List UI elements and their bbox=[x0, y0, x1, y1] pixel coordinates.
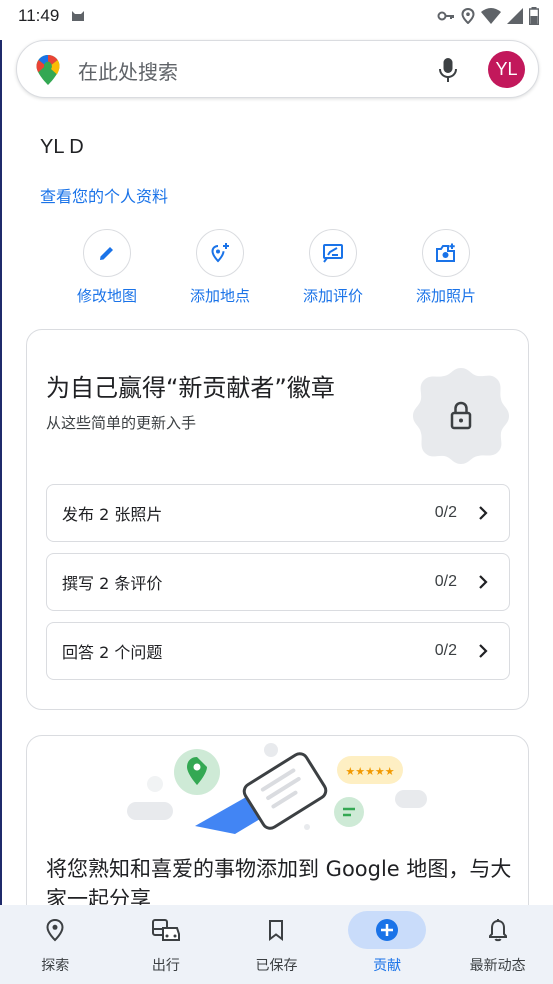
task-label: 发布 2 张照片 bbox=[62, 505, 163, 524]
nav-icon-container bbox=[16, 911, 94, 949]
google-maps-logo-icon bbox=[36, 55, 60, 85]
add-review-icon bbox=[323, 244, 343, 263]
nav-commute[interactable]: 出行 bbox=[111, 905, 222, 984]
nav-saved[interactable]: 已保存 bbox=[221, 905, 332, 984]
badge-title: 为自己赢得“新贡献者”徽章 bbox=[46, 374, 335, 402]
task-progress: 0/2 bbox=[434, 573, 457, 590]
bookmark-icon bbox=[269, 920, 284, 941]
nav-contribute[interactable]: 贡献 bbox=[332, 905, 443, 984]
badge-card: 为自己赢得“新贡献者”徽章 从这些简单的更新入手 发布 2 张照片 0/2 撰写… bbox=[26, 329, 529, 710]
add-photo-label: 添加照片 bbox=[415, 287, 476, 305]
nav-icon-container bbox=[237, 911, 315, 949]
window-edge bbox=[0, 40, 2, 984]
status-bar: 11:49 bbox=[0, 0, 553, 32]
add-place-label: 添加地点 bbox=[189, 287, 250, 305]
nav-icon-container bbox=[127, 911, 205, 949]
signal-icon bbox=[507, 8, 523, 24]
pencil-icon bbox=[100, 247, 113, 260]
task-post-photos[interactable]: 发布 2 张照片 0/2 bbox=[46, 484, 510, 542]
nav-label: 贡献 bbox=[373, 958, 402, 974]
nav-label: 已保存 bbox=[255, 958, 298, 974]
account-avatar[interactable]: YL bbox=[488, 51, 525, 88]
add-review-button[interactable] bbox=[309, 229, 357, 277]
status-time: 11:49 bbox=[18, 6, 60, 25]
task-progress: 0/2 bbox=[434, 642, 457, 659]
add-place-icon bbox=[211, 243, 229, 263]
task-answer-questions[interactable]: 回答 2 个问题 0/2 bbox=[46, 622, 510, 680]
nav-icon-container bbox=[348, 911, 427, 949]
vpn-key-icon bbox=[437, 11, 454, 21]
task-progress: 0/2 bbox=[434, 504, 457, 521]
task-label: 撰写 2 条评价 bbox=[62, 574, 163, 593]
chevron-right-icon bbox=[479, 644, 488, 658]
edit-map-action[interactable]: 修改地图 bbox=[57, 229, 157, 306]
locked-badge-icon bbox=[413, 368, 509, 464]
add-review-action[interactable]: 添加评价 bbox=[283, 229, 383, 306]
add-review-label: 添加评价 bbox=[302, 287, 363, 305]
task-write-reviews[interactable]: 撰写 2 条评价 0/2 bbox=[46, 553, 510, 611]
nav-icon-container bbox=[459, 911, 537, 949]
commute-icon bbox=[151, 919, 180, 941]
search-input[interactable]: 在此处搜索 bbox=[78, 56, 178, 85]
user-name: YL D bbox=[40, 136, 84, 158]
bottom-navigation: 探索 出行 已保存 贡献 最新动态 bbox=[0, 905, 553, 984]
view-profile-link[interactable]: 查看您的个人资料 bbox=[40, 183, 168, 207]
add-photo-action[interactable]: 添加照片 bbox=[396, 229, 496, 306]
add-photo-button[interactable] bbox=[422, 229, 470, 277]
badge-subtitle: 从这些简单的更新入手 bbox=[46, 414, 197, 432]
edit-map-label: 修改地图 bbox=[76, 287, 137, 305]
microphone-icon[interactable] bbox=[437, 57, 459, 83]
task-label: 回答 2 个问题 bbox=[62, 643, 163, 662]
add-circle-icon bbox=[376, 919, 399, 941]
cat-icon bbox=[72, 11, 85, 21]
bell-icon bbox=[488, 919, 507, 942]
add-place-action[interactable]: 添加地点 bbox=[170, 229, 270, 306]
add-place-button[interactable] bbox=[196, 229, 244, 277]
location-pin-icon bbox=[46, 918, 64, 942]
nav-updates[interactable]: 最新动态 bbox=[442, 905, 553, 984]
nav-explore[interactable]: 探索 bbox=[0, 905, 111, 984]
add-photo-icon bbox=[436, 243, 455, 262]
nav-label: 探索 bbox=[41, 958, 70, 974]
chevron-right-icon bbox=[479, 506, 488, 520]
edit-map-button[interactable] bbox=[83, 229, 131, 277]
location-status-icon bbox=[461, 8, 475, 24]
battery-icon bbox=[529, 7, 539, 25]
wifi-icon bbox=[481, 8, 501, 24]
svg-text:★★★★★: ★★★★★ bbox=[345, 765, 394, 778]
nav-label: 最新动态 bbox=[469, 958, 526, 974]
status-icons bbox=[437, 7, 539, 25]
chevron-right-icon bbox=[479, 575, 488, 589]
contribution-illustration: ★★★★★ bbox=[127, 743, 427, 834]
search-bar[interactable]: 在此处搜索 YL bbox=[16, 40, 539, 98]
nav-label: 出行 bbox=[151, 958, 180, 974]
